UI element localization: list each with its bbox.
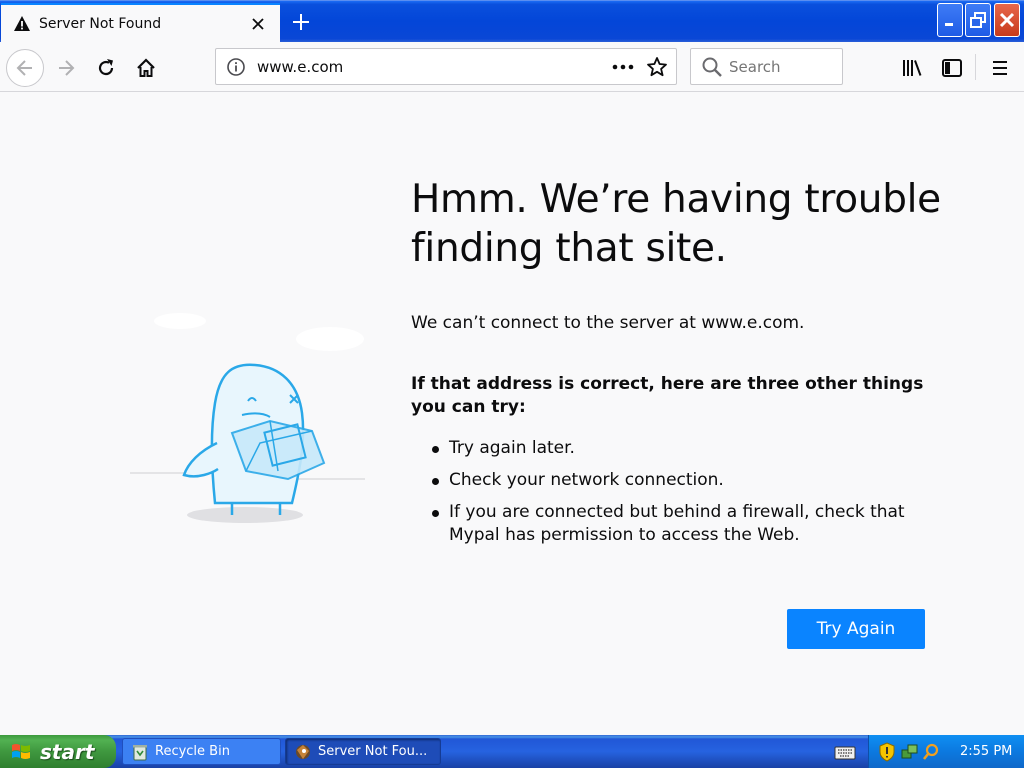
library-icon (903, 60, 922, 76)
error-page: Hmm. We’re having trouble finding that s… (0, 93, 1024, 735)
keyboard-icon[interactable] (834, 742, 856, 762)
new-tab-button[interactable] (288, 9, 314, 35)
taskbar-item-recycle-bin[interactable]: Recycle Bin (122, 738, 281, 765)
network-icon[interactable] (900, 742, 920, 762)
minimize-icon (945, 23, 953, 26)
start-label: start (40, 739, 95, 764)
library-button[interactable] (898, 54, 926, 82)
url-bar[interactable]: www.e.com (215, 48, 677, 85)
forward-button[interactable] (52, 54, 80, 82)
list-item: Try again later. (411, 437, 931, 460)
sidebar-icon (942, 59, 962, 77)
toolbar-separator (975, 54, 976, 80)
taskbar: start Recycle Bin Server Not Fou... 2:55… (0, 735, 1024, 768)
system-tray: 2:55 PM (868, 735, 1024, 768)
maximize-button[interactable] (965, 3, 991, 37)
try-again-button[interactable]: Try Again (787, 609, 925, 649)
close-tab-button[interactable] (246, 12, 270, 36)
minimize-button[interactable] (937, 3, 963, 37)
home-button[interactable] (132, 54, 160, 82)
tab-title: Server Not Found (39, 16, 162, 32)
security-shield-icon[interactable] (877, 741, 897, 762)
taskbar-item-browser[interactable]: Server Not Fou... (285, 738, 441, 765)
suggestions-heading: If that address is correct, here are thr… (411, 374, 924, 417)
info-icon[interactable] (226, 57, 246, 77)
taskbar-item-label: Recycle Bin (155, 744, 230, 759)
reload-button[interactable] (92, 54, 120, 82)
list-item: Check your network connection. (411, 469, 931, 492)
dinosaur-illustration (130, 313, 365, 523)
warning-icon (14, 16, 30, 31)
windows-logo-icon (12, 743, 30, 759)
reload-icon (98, 59, 114, 76)
close-window-button[interactable] (994, 3, 1020, 37)
error-message: Hmm. We’re having trouble finding that s… (411, 175, 951, 556)
list-item: If you are connected but behind a firewa… (411, 501, 931, 547)
forward-icon (59, 60, 75, 76)
plus-icon (293, 14, 309, 30)
close-icon (999, 12, 1015, 28)
sidebar-button[interactable] (938, 54, 966, 82)
search-bar[interactable] (690, 48, 843, 85)
restore-icon (970, 12, 986, 28)
error-description: We can’t connect to the server at www.e.… (411, 313, 805, 333)
more-icon (612, 64, 634, 69)
back-button[interactable] (6, 49, 44, 87)
menu-icon (993, 61, 1007, 75)
suggestions-list: Try again later. Check your network conn… (411, 437, 951, 547)
menu-button[interactable] (986, 54, 1014, 82)
search-icon[interactable] (922, 743, 940, 761)
recycle-bin-icon (133, 744, 147, 760)
close-icon (252, 18, 264, 30)
taskbar-item-label: Server Not Fou... (318, 744, 428, 759)
tab-server-not-found[interactable]: Server Not Found (1, 3, 280, 43)
back-icon (16, 60, 32, 76)
start-button[interactable]: start (0, 735, 116, 768)
search-input[interactable] (729, 57, 829, 76)
navigation-toolbar: www.e.com (0, 42, 1024, 92)
url-text[interactable]: www.e.com (257, 58, 612, 76)
browser-icon (296, 744, 310, 759)
page-actions-button[interactable] (612, 57, 634, 77)
star-icon[interactable] (646, 56, 668, 78)
home-icon (137, 58, 155, 77)
title-bar: Server Not Found (0, 0, 1024, 43)
clock: 2:55 PM (960, 744, 1013, 759)
search-icon (702, 57, 722, 77)
error-title: Hmm. We’re having trouble finding that s… (411, 177, 941, 271)
